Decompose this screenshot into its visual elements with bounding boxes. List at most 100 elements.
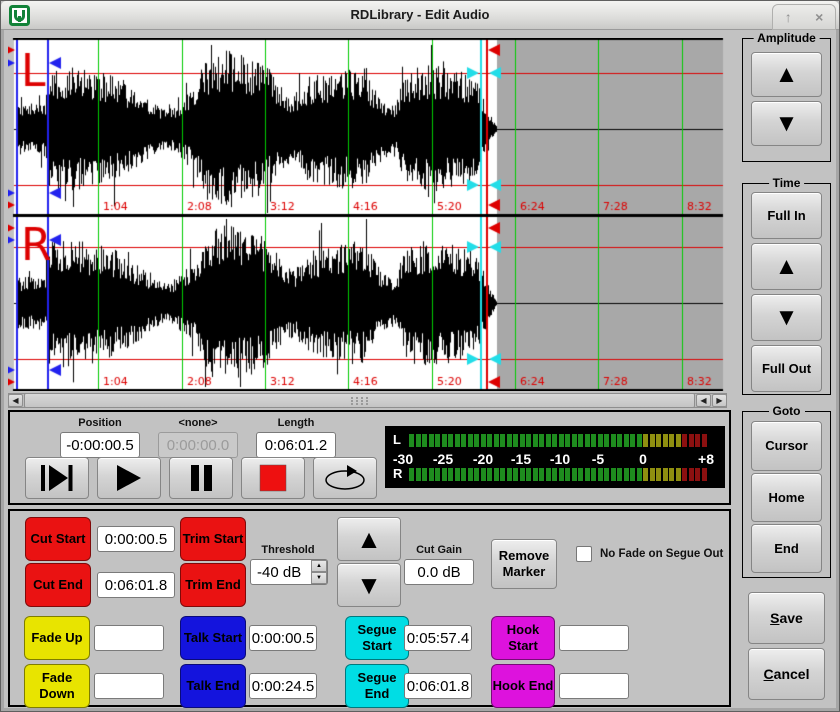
hook-end-button[interactable]: Hook End	[491, 664, 555, 708]
no-fade-checkbox[interactable]	[576, 546, 592, 562]
threshold-spin-up-icon[interactable]: ▲	[311, 560, 327, 572]
goto-group-title: Goto	[769, 404, 805, 418]
time-full-out-button[interactable]: Full Out	[751, 345, 822, 392]
trim-start-button[interactable]: Trim Start	[180, 517, 246, 561]
fade-down-value[interactable]	[94, 673, 164, 699]
segue-end-value[interactable]: 0:06:01.8	[404, 673, 472, 699]
gain-down-button[interactable]: ▼	[337, 563, 401, 607]
hook-start-button[interactable]: Hook Start	[491, 616, 555, 660]
meter-scale: -30-25-20-15-10-50+8	[385, 451, 725, 465]
edit-audio-dialog: RDLibrary - Edit Audio ↑ × ◀ ◀ ▶ Positio…	[0, 0, 840, 712]
threshold-label: Threshold	[248, 544, 328, 556]
down-arrow-icon: ▼	[775, 112, 799, 136]
position-label: Position	[60, 417, 140, 429]
length-value: 0:06:01.2	[256, 432, 336, 458]
goto-group: Goto Cursor Home End	[742, 411, 831, 578]
window-frame-right	[836, 30, 839, 711]
waveform-display[interactable]	[8, 38, 727, 391]
up-arrow-icon: ▲	[775, 63, 799, 87]
segue-start-button[interactable]: Segue Start	[345, 616, 409, 660]
time-zoom-in-button[interactable]: ▲	[751, 243, 822, 290]
trim-end-button[interactable]: Trim End	[180, 563, 246, 607]
play-from-start-icon	[40, 464, 74, 492]
amplitude-down-button[interactable]: ▼	[751, 101, 822, 146]
position-value: -0:00:00.5	[60, 432, 140, 458]
scrollbar-thumb[interactable]	[24, 393, 695, 408]
amplitude-up-button[interactable]: ▲	[751, 52, 822, 97]
down-arrow-icon: ▼	[775, 306, 799, 330]
fade-up-value[interactable]	[94, 625, 164, 651]
talk-end-value[interactable]: 0:00:24.5	[249, 673, 317, 699]
threshold-value[interactable]: -40 dB	[257, 560, 301, 584]
time-group-title: Time	[769, 176, 805, 190]
close-window-icon[interactable]: ×	[815, 10, 823, 24]
position-field: Position -0:00:00.5	[60, 417, 140, 458]
up-arrow-icon: ▲	[775, 255, 799, 279]
cut-start-value[interactable]: 0:00:00.5	[97, 526, 175, 552]
time-zoom-out-button[interactable]: ▼	[751, 294, 822, 341]
goto-home-button[interactable]: Home	[751, 473, 822, 522]
segue-end-button[interactable]: Segue End	[345, 664, 409, 708]
scroll-left-icon[interactable]: ◀	[8, 394, 23, 407]
save-button[interactable]: Save	[748, 592, 825, 644]
goto-end-button[interactable]: End	[751, 524, 822, 573]
hook-end-value[interactable]	[559, 673, 629, 699]
scroll-right-icon[interactable]: ▶	[712, 394, 727, 407]
no-fade-label: No Fade on Segue Out	[600, 548, 723, 560]
window-controls: ↑ ×	[772, 4, 836, 30]
talk-end-button[interactable]: Talk End	[180, 664, 246, 708]
up-arrow-icon: ▲	[356, 526, 382, 552]
length-label: Length	[256, 417, 336, 429]
talk-start-value[interactable]: 0:00:00.5	[249, 625, 317, 651]
goto-cursor-button[interactable]: Cursor	[751, 421, 822, 471]
fade-down-button[interactable]: Fade Down	[24, 664, 90, 708]
fade-up-button[interactable]: Fade Up	[24, 616, 90, 660]
audio-meter: L -30-25-20-15-10-50+8 R	[385, 426, 725, 488]
threshold-spin-down-icon[interactable]: ▼	[311, 572, 327, 584]
hook-start-value[interactable]	[559, 625, 629, 651]
meter-right-label: R	[393, 466, 402, 481]
cut-end-value[interactable]: 0:06:01.8	[97, 572, 175, 598]
loop-icon	[323, 464, 367, 492]
cut-gain-value[interactable]: 0.0 dB	[404, 559, 474, 585]
marker-readout-value: 0:00:00.0	[158, 432, 238, 458]
play-from-start-button[interactable]	[25, 457, 89, 499]
threshold-spin-buttons: ▲ ▼	[311, 560, 327, 584]
window-frame-left	[1, 30, 4, 711]
play-button[interactable]	[97, 457, 161, 499]
cut-gain-label: Cut Gain	[404, 544, 474, 556]
pause-button[interactable]	[169, 457, 233, 499]
amplitude-group: Amplitude ▲ ▼	[742, 38, 831, 162]
edit-panel: Cut Start 0:00:00.5 Cut End 0:06:01.8 Tr…	[8, 509, 731, 707]
scroll-left-icon-right[interactable]: ◀	[696, 394, 711, 407]
gain-up-button[interactable]: ▲	[337, 517, 401, 561]
time-full-in-button[interactable]: Full In	[751, 192, 822, 239]
length-field: Length 0:06:01.2	[256, 417, 336, 458]
stop-button[interactable]	[241, 457, 305, 499]
waveform-scrollbar[interactable]: ◀ ◀ ▶	[8, 393, 727, 408]
time-group: Time Full In ▲ ▼ Full Out	[742, 183, 831, 395]
scrollbar-grip	[351, 397, 353, 399]
window-title: RDLibrary - Edit Audio	[1, 7, 839, 22]
segue-start-value[interactable]: 0:05:57.4	[404, 625, 472, 651]
marker-readout-label: <none>	[158, 417, 238, 429]
threshold-spinbox[interactable]: -40 dB ▲ ▼	[250, 559, 328, 585]
cancel-button[interactable]: Cancel	[748, 648, 825, 700]
cut-end-button[interactable]: Cut End	[25, 563, 91, 607]
titlebar[interactable]: RDLibrary - Edit Audio ↑ ×	[1, 1, 839, 30]
meter-left-bar	[409, 434, 709, 447]
transport-panel: Position -0:00:00.5 <none> 0:00:00.0 Len…	[8, 410, 731, 505]
shade-window-icon[interactable]: ↑	[785, 10, 792, 24]
marker-readout-field: <none> 0:00:00.0	[158, 417, 238, 458]
stop-icon	[259, 464, 287, 492]
pause-icon	[187, 464, 215, 492]
amplitude-group-title: Amplitude	[753, 31, 820, 45]
down-arrow-icon: ▼	[356, 572, 382, 598]
meter-left-label: L	[393, 432, 401, 447]
talk-start-button[interactable]: Talk Start	[180, 616, 246, 660]
loop-button[interactable]	[313, 457, 377, 499]
window-frame-bottom	[1, 708, 839, 711]
play-icon	[114, 464, 144, 492]
remove-marker-button[interactable]: Remove Marker	[491, 539, 557, 589]
cut-start-button[interactable]: Cut Start	[25, 517, 91, 561]
